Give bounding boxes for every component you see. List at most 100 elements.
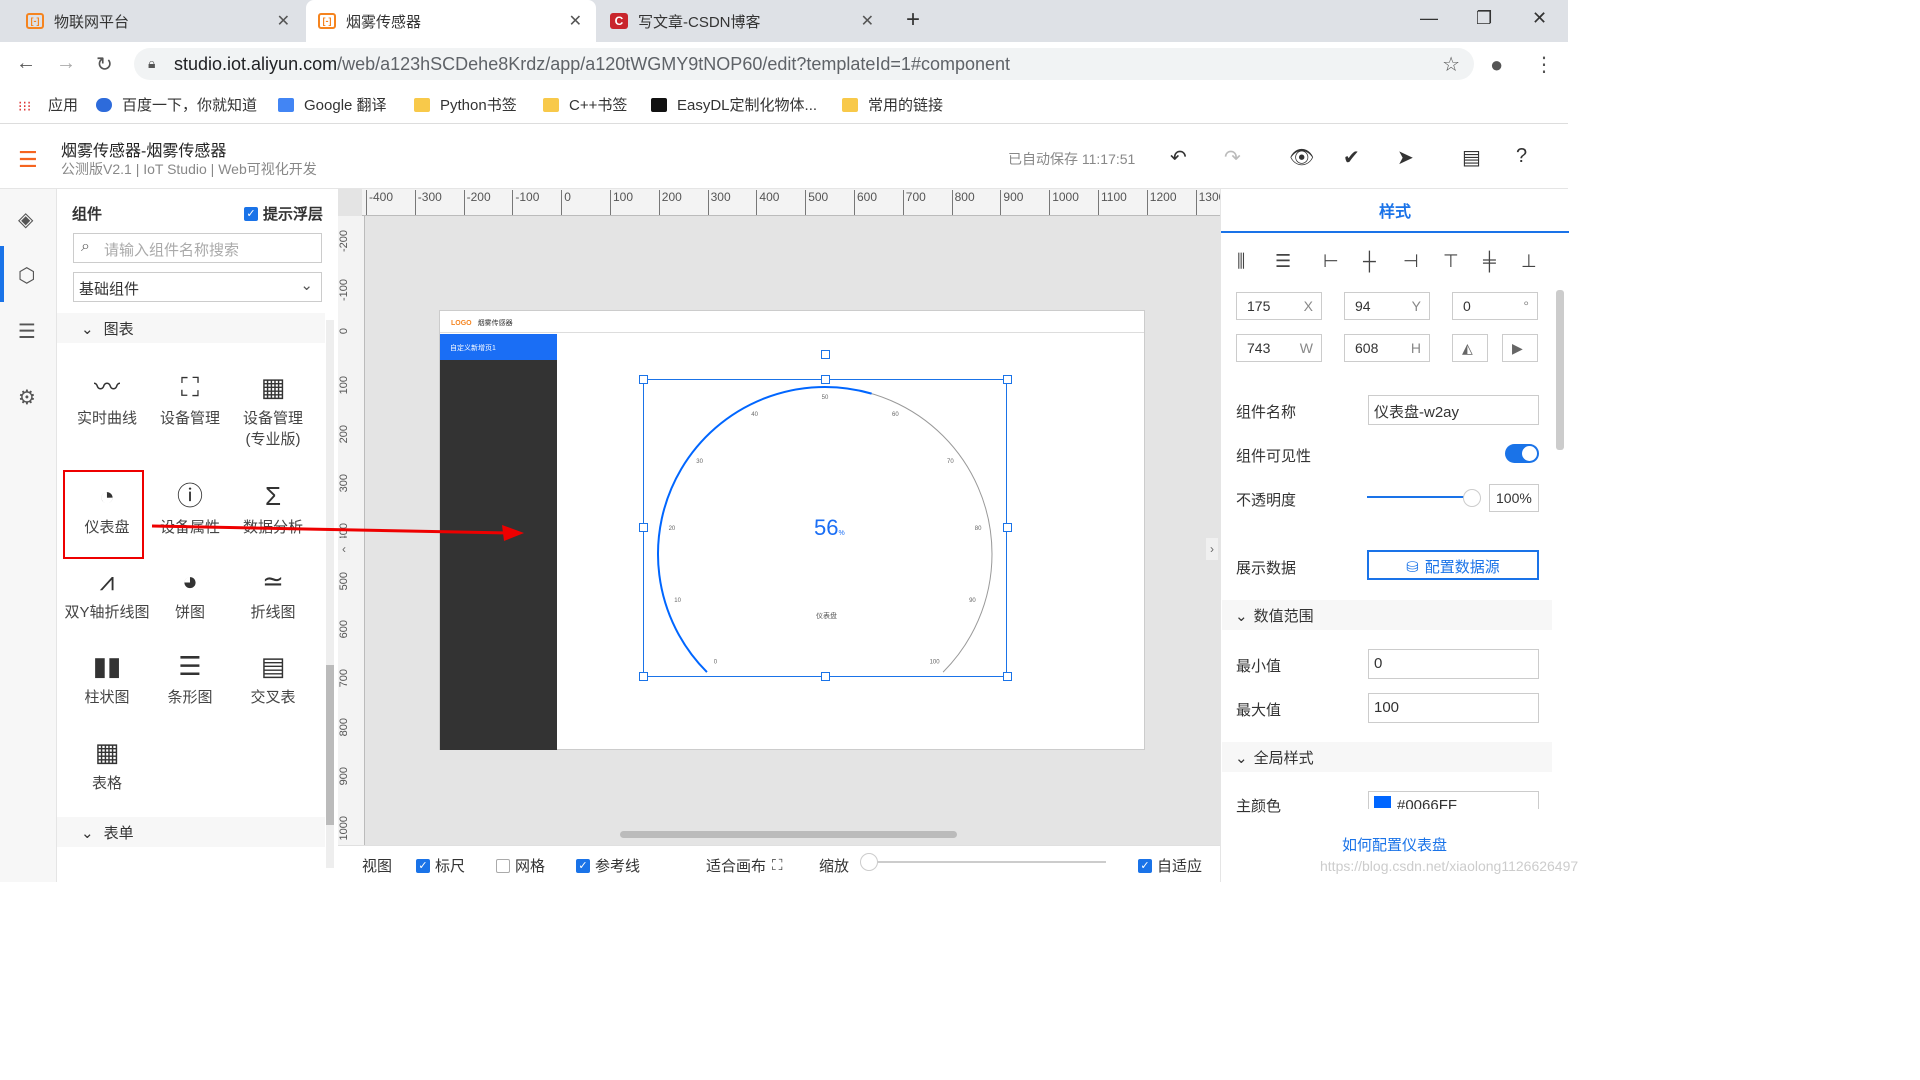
flip-horizontal-button[interactable]: ◭ [1452,334,1488,362]
bookmark-baidu[interactable]: 百度一下，你就知道 [96,94,257,115]
grid-checkbox[interactable]: 网格 [496,855,545,876]
bookmark-common-links[interactable]: 常用的链接 [842,94,943,115]
publish-send-icon[interactable]: ➤ [1397,145,1414,170]
resize-handle[interactable] [1003,672,1012,681]
restore-icon[interactable]: ❐ [1476,8,1492,29]
tab-smoke-sensor[interactable]: [-] 烟雾传感器 ✕ [306,0,596,42]
component-hbar[interactable]: ☰ 条形图 [150,646,230,707]
component-line[interactable]: ≃ 折线图 [233,561,313,622]
guides-checkbox[interactable]: ✓ 参考线 [576,855,640,876]
adaptive-checkbox[interactable]: ✓ 自适应 [1138,855,1202,876]
component-name-input[interactable]: 仪表盘-w2ay [1368,395,1539,425]
color-swatch[interactable] [1374,796,1391,808]
profile-icon[interactable]: ● [1490,52,1503,78]
y-input[interactable]: 94 Y [1344,292,1430,320]
align-bottom-icon[interactable]: ⊥ [1521,251,1537,272]
close-icon[interactable]: ✕ [861,11,874,31]
component-table[interactable]: ▦ 表格 [67,732,147,793]
min-value-input[interactable]: 0 [1368,649,1539,679]
align-top-icon[interactable]: ⊤ [1443,251,1459,272]
height-input[interactable]: 608 H [1344,334,1430,362]
max-value-input[interactable]: 100 [1368,693,1539,723]
resize-handle[interactable] [639,375,648,384]
resize-handle[interactable] [821,350,830,359]
component-device-manage[interactable]: ⛶ 设备管理 [150,367,230,428]
resize-handle[interactable] [821,375,830,384]
visibility-toggle[interactable] [1505,444,1539,463]
forward-icon[interactable]: → [56,52,76,75]
new-tab-icon[interactable]: + [906,6,920,34]
resize-handle[interactable] [639,523,648,532]
layers-icon[interactable]: ◈ [18,207,33,232]
align-right-icon[interactable]: ⊣ [1403,251,1419,272]
bookmark-python[interactable]: Python书签 [414,94,517,115]
redo-icon[interactable]: ↷ [1224,145,1241,170]
hint-layer-checkbox[interactable]: ✓ 提示浮层 [244,203,323,224]
minimize-icon[interactable]: — [1420,8,1438,29]
bookmark-star-icon[interactable]: ☆ [1442,52,1460,77]
distribute-h-icon[interactable]: ⫼ [1237,251,1245,272]
component-cross-table[interactable]: ▤ 交叉表 [233,646,313,707]
tab-csdn[interactable]: C 写文章-CSDN博客 ✕ [598,0,888,42]
x-input[interactable]: 175 X [1236,292,1322,320]
close-icon[interactable]: ✕ [277,11,290,31]
undo-icon[interactable]: ↶ [1170,145,1187,170]
more-menu-icon[interactable]: ⋮ [1534,52,1554,77]
component-device-manage-pro[interactable]: ▦ 设备管理 (专业版) [233,367,313,449]
align-left-icon[interactable]: ⊢ [1323,251,1339,272]
page-list-icon[interactable]: ☰ [18,319,36,344]
component-dual-y-line[interactable]: ⩘ 双Y轴折线图 [62,561,152,622]
bookmark-google-translate[interactable]: Google 翻译 [278,94,387,115]
ruler-checkbox[interactable]: ✓ 标尺 [416,855,465,876]
canvas-hscroll-thumb[interactable] [620,831,957,838]
configure-datasource-button[interactable]: ⛁ 配置数据源 [1367,550,1539,580]
align-center-h-icon[interactable]: ┼ [1363,251,1376,272]
url-bar[interactable]: 🔒︎ studio.iot.aliyun.com/web/a123hSCDehe… [134,48,1474,80]
gauge-help-link[interactable]: 如何配置仪表盘 [1342,834,1447,855]
opacity-slider-track[interactable] [1367,496,1465,498]
help-icon[interactable]: ? [1516,145,1527,168]
component-realtime-curve[interactable]: 〰实时曲线 [67,367,147,428]
reload-icon[interactable]: ↻ [96,52,113,77]
resize-handle[interactable] [1003,375,1012,384]
zoom-slider-track[interactable] [868,861,1106,863]
check-icon[interactable]: ✔ [1343,145,1360,170]
fit-canvas-button[interactable]: 适合画布 ⛶ [706,855,783,876]
main-color-input[interactable]: #0066FF [1368,791,1539,809]
preview-eye-icon[interactable]: 👁︎ [1289,145,1314,170]
bookmark-cpp[interactable]: C++书签 [543,94,627,115]
group-form-header[interactable]: ⌄ 表单 [57,817,325,847]
scroll-thumb[interactable] [326,665,334,825]
resize-handle[interactable] [1003,523,1012,532]
collapse-right-handle[interactable]: › [1206,538,1218,560]
settings-icon[interactable]: ⚙ [18,385,36,410]
close-icon[interactable]: ✕ [569,11,582,31]
panel-scrollbar[interactable] [326,320,334,868]
document-icon[interactable]: ▤ [1462,145,1481,170]
resize-handle[interactable] [821,672,830,681]
zoom-slider-knob[interactable] [860,853,878,871]
global-style-section-header[interactable]: ⌄ 全局样式 [1222,742,1552,772]
width-input[interactable]: 743 W [1236,334,1322,362]
window-close-icon[interactable]: ✕ [1532,8,1547,29]
tab-style[interactable]: 样式 [1221,189,1569,233]
opacity-slider-knob[interactable] [1463,489,1481,507]
rotation-input[interactable]: 0 ° [1452,292,1538,320]
back-icon[interactable]: ← [16,52,36,75]
align-middle-v-icon[interactable]: ╪ [1483,251,1496,272]
page-nav-item[interactable]: 自定义新增页1 [440,334,557,360]
distribute-v-icon[interactable]: ☰ [1275,251,1291,272]
tab-iot-platform[interactable]: [-] 物联网平台 ✕ [14,0,304,42]
component-bar[interactable]: ▮▮ 柱状图 [67,646,147,707]
component-pie[interactable]: ◕ 饼图 [150,561,230,622]
component-search-input[interactable]: ⌕ 请输入组件名称搜索 [73,233,322,263]
group-chart-header[interactable]: ⌄ 图表 [57,313,325,343]
bookmark-easydl[interactable]: EasyDL定制化物体... [651,94,817,115]
flip-vertical-button[interactable]: ▶ [1502,334,1538,362]
resize-handle[interactable] [639,672,648,681]
hamburger-menu-icon[interactable]: ☰ [18,147,38,173]
component-cube-icon[interactable]: ⬡ [18,263,35,288]
opacity-input[interactable]: 100% [1489,484,1539,512]
range-section-header[interactable]: ⌄ 数值范围 [1222,600,1552,630]
bookmark-apps[interactable]: ⁝⁝⁝ 应用 [18,94,78,115]
